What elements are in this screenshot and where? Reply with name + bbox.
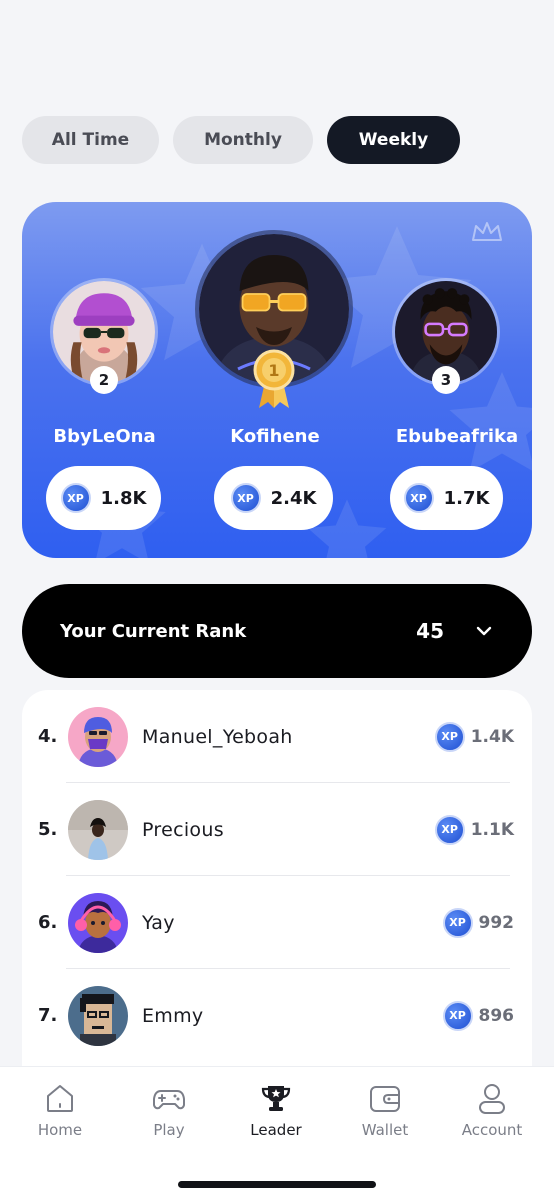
list-item-username: Yay	[142, 911, 175, 934]
list-item-username: Precious	[142, 818, 224, 841]
current-rank-label: Your Current Rank	[60, 620, 247, 642]
list-item[interactable]: 4. Manuel_Yeboah XP 1.4K	[22, 690, 532, 783]
bottom-navigation: Home Play Leader Wallet Account	[0, 1066, 554, 1200]
leaderboard-filter-tabs: All Time Monthly Weekly	[22, 116, 460, 164]
crown-icon	[472, 222, 502, 241]
nav-home-label: Home	[37, 1121, 83, 1139]
third-place-xp: XP 1.7K	[390, 466, 503, 530]
user-icon	[479, 1084, 505, 1114]
list-item-username: Emmy	[142, 1004, 204, 1027]
rank-badge-second: 2	[90, 366, 118, 394]
list-item-position: 5.	[38, 819, 58, 840]
xp-icon: XP	[442, 907, 473, 938]
first-place-xp: XP 2.4K	[214, 466, 333, 530]
nav-wallet-label: Wallet	[361, 1121, 409, 1139]
first-place-name: Kofihene	[230, 426, 320, 447]
xp-value: 1.7K	[443, 487, 490, 509]
list-item-position: 4.	[38, 726, 58, 747]
list-item-score: XP 896	[442, 1000, 515, 1031]
xp-icon: XP	[230, 483, 261, 513]
list-item-position: 6.	[38, 912, 58, 933]
nav-play[interactable]: Play	[121, 1081, 217, 1139]
second-place-xp: XP 1.8K	[46, 466, 161, 530]
xp-value: 2.4K	[270, 487, 317, 509]
nav-account[interactable]: Account	[444, 1081, 540, 1139]
xp-icon: XP	[442, 1000, 473, 1031]
xp-value: 1.8K	[100, 487, 147, 509]
gamepad-icon	[153, 1090, 185, 1110]
gold-medal-icon: 1	[253, 349, 295, 408]
xp-value: 896	[478, 1005, 515, 1026]
home-icon	[47, 1085, 73, 1112]
xp-value: 992	[478, 912, 515, 933]
xp-icon: XP	[403, 483, 434, 513]
nav-leader-label: Leader	[250, 1121, 302, 1139]
list-item-score: XP 1.1K	[434, 814, 514, 845]
avatar	[68, 799, 128, 860]
xp-value: 1.4K	[470, 726, 514, 747]
list-item-score: XP 992	[442, 907, 515, 938]
list-item[interactable]: 5. Precious XP 1.1K	[22, 783, 532, 876]
current-rank-bar[interactable]: Your Current Rank 45	[22, 584, 532, 678]
nav-wallet[interactable]: Wallet	[337, 1081, 433, 1139]
nav-home[interactable]: Home	[12, 1081, 108, 1139]
tab-monthly[interactable]: Monthly	[173, 116, 313, 164]
current-rank-value: 45	[416, 619, 444, 643]
home-indicator	[178, 1181, 376, 1188]
trophy-icon	[261, 1086, 291, 1111]
avatar	[68, 706, 128, 767]
list-item[interactable]: 7. Emmy XP 896	[22, 969, 532, 1062]
top-three-podium: 2 1 3 BbyLeOna Kofihene Ebubeafrika XP 1…	[22, 202, 532, 558]
leaderboard-list: 4. Manuel_Yeboah XP 1.4K 5. Precious XP …	[22, 690, 532, 1110]
xp-value: 1.1K	[470, 819, 514, 840]
avatar	[68, 892, 128, 953]
list-item-score: XP 1.4K	[434, 721, 514, 752]
avatar	[68, 985, 128, 1046]
chevron-down-icon[interactable]	[474, 621, 494, 641]
nav-account-label: Account	[461, 1121, 523, 1139]
tab-all-time[interactable]: All Time	[22, 116, 159, 164]
list-item[interactable]: 6. Yay XP 992	[22, 876, 532, 969]
tab-weekly[interactable]: Weekly	[327, 116, 460, 164]
list-item-position: 7.	[38, 1005, 58, 1026]
wallet-icon	[370, 1086, 400, 1112]
second-place-name: BbyLeOna	[53, 426, 156, 447]
list-item-username: Manuel_Yeboah	[142, 725, 293, 748]
nav-play-label: Play	[153, 1121, 185, 1139]
xp-icon: XP	[60, 483, 91, 513]
xp-icon: XP	[434, 721, 465, 752]
nav-leader[interactable]: Leader	[228, 1081, 324, 1139]
third-place-name: Ebubeafrika	[395, 426, 519, 447]
rank-badge-third: 3	[432, 366, 460, 394]
medal-rank-text: 1	[268, 361, 279, 380]
xp-icon: XP	[434, 814, 465, 845]
